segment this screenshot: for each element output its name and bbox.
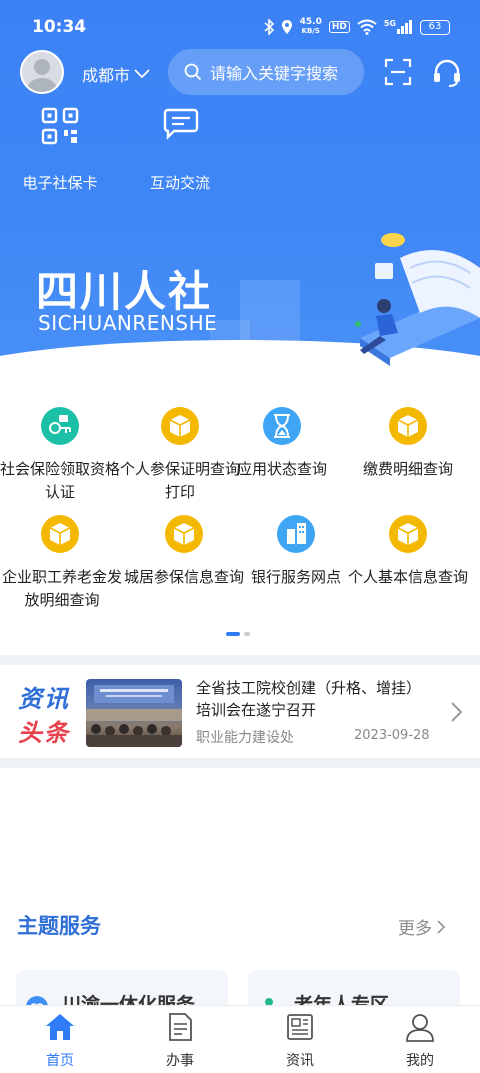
nav-profile[interactable]: 我的 <box>360 1012 480 1070</box>
net-speed: 45.0 KB/S <box>300 18 322 36</box>
page-dot-active <box>226 632 240 636</box>
service-label: 个人基本信息查询 <box>348 568 469 586</box>
service-item[interactable]: 缴费明细查询 <box>348 406 468 481</box>
box-icon <box>165 515 203 553</box>
more-link[interactable]: 更多 <box>398 914 446 939</box>
quick-action-social-card[interactable]: 电子社保卡 <box>10 106 110 193</box>
banner-subtitle: SICHUANRENSHE <box>38 311 218 335</box>
nav-label: 办事 <box>166 1053 194 1069</box>
net-speed-value: 45.0 <box>299 17 322 27</box>
search-icon <box>184 63 202 81</box>
service-item[interactable]: 社会保险领取资格认证 <box>0 406 120 504</box>
hd-badge: HD <box>328 21 350 33</box>
certification-icon <box>41 407 79 445</box>
news-source: 职业能力建设处 <box>196 730 294 746</box>
divider <box>0 758 480 768</box>
search-placeholder: 请输入关键字搜索 <box>210 64 339 83</box>
news-date: 2023-09-28 <box>354 728 430 743</box>
status-icons: 45.0 KB/S HD 5G 63 <box>264 18 450 36</box>
location-icon <box>281 20 292 34</box>
page-indicator <box>226 632 250 636</box>
home-icon <box>46 1014 74 1040</box>
search-input[interactable]: 请输入关键字搜索 <box>168 49 364 95</box>
city-name: 成都市 <box>82 66 131 85</box>
chevron-down-icon <box>134 69 150 79</box>
nav-label: 我的 <box>406 1053 434 1069</box>
bottom-navigation: 首页 办事 资讯 我的 <box>0 1005 480 1073</box>
nav-label: 首页 <box>46 1053 74 1069</box>
signal-icon <box>397 20 412 34</box>
signal-label: 5G <box>383 18 396 28</box>
header-banner: 10:34 45.0 KB/S HD 5G 63 成都市 请输入关键字搜索 电子… <box>0 0 480 380</box>
nav-services[interactable]: 办事 <box>120 1012 240 1070</box>
document-icon <box>169 1013 192 1041</box>
status-time: 10:34 <box>32 17 87 37</box>
quick-action-chat[interactable]: 互动交流 <box>130 106 230 193</box>
nav-news[interactable]: 资讯 <box>240 1012 360 1070</box>
chevron-right-icon <box>451 702 463 722</box>
service-item[interactable]: 城居参保信息查询 <box>124 514 244 589</box>
scan-icon[interactable] <box>384 58 412 86</box>
box-icon <box>389 407 427 445</box>
news-title: 全省技工院校创建（升格、增挂）培训会在遂宁召开 <box>196 679 422 719</box>
page-dot <box>244 632 250 636</box>
avatar[interactable] <box>20 50 64 94</box>
headset-icon[interactable] <box>432 58 462 88</box>
battery-indicator: 63 <box>420 19 450 35</box>
service-label: 企业职工养老金发放明细查询 <box>1 568 122 609</box>
services-grid: 社会保险领取资格认证 个人参保证明查询打印 应用状态查询 缴费明细查询 企业职工… <box>0 400 480 640</box>
banner-illustration <box>355 233 480 366</box>
box-icon <box>41 515 79 553</box>
newspaper-icon <box>287 1014 313 1040</box>
city-selector[interactable]: 成都市 <box>82 62 150 86</box>
news-thumbnail <box>86 679 182 747</box>
service-label: 银行服务网点 <box>250 568 341 586</box>
service-item[interactable]: 企业职工养老金发放明细查询 <box>0 514 122 612</box>
chevron-right-icon <box>437 919 446 934</box>
building-icon <box>277 515 315 553</box>
bluetooth-icon <box>264 19 274 35</box>
wifi-icon <box>357 19 377 35</box>
net-speed-unit: KB/S <box>301 27 320 35</box>
service-item[interactable]: 应用状态查询 <box>222 406 342 481</box>
divider <box>0 655 480 665</box>
service-label: 城居参保信息查询 <box>124 568 245 586</box>
news-photo <box>86 685 182 747</box>
user-avatar-icon <box>27 59 57 92</box>
hourglass-icon <box>263 407 301 445</box>
service-label: 缴费明细查询 <box>362 460 453 478</box>
nav-home[interactable]: 首页 <box>0 1012 120 1070</box>
more-label: 更多 <box>398 919 432 939</box>
service-item[interactable]: 银行服务网点 <box>236 514 356 589</box>
quick-action-label: 电子社保卡 <box>22 174 98 192</box>
user-icon <box>406 1014 434 1042</box>
chat-icon <box>163 108 199 140</box>
news-headline-card[interactable]: 资讯 头条 全省技工院校创建（升格、增挂）培训会在遂宁召开 职业能力建设处 20… <box>0 665 480 758</box>
nav-label: 资讯 <box>286 1053 314 1069</box>
service-item[interactable]: 个人基本信息查询 <box>348 514 468 589</box>
banner-title: 四川人社 <box>36 267 213 316</box>
section-title: 主题服务 <box>17 914 101 938</box>
box-icon <box>161 407 199 445</box>
news-tag: 头条 <box>18 719 70 747</box>
qr-code-icon <box>41 107 79 145</box>
box-icon <box>389 515 427 553</box>
service-label: 社会保险领取资格认证 <box>0 460 121 501</box>
status-bar: 10:34 45.0 KB/S HD 5G 63 <box>0 0 480 52</box>
quick-action-label: 互动交流 <box>149 174 210 192</box>
top-bar: 成都市 请输入关键字搜索 <box>0 48 480 98</box>
service-label: 应用状态查询 <box>236 460 327 478</box>
news-tag: 资讯 <box>18 685 70 713</box>
